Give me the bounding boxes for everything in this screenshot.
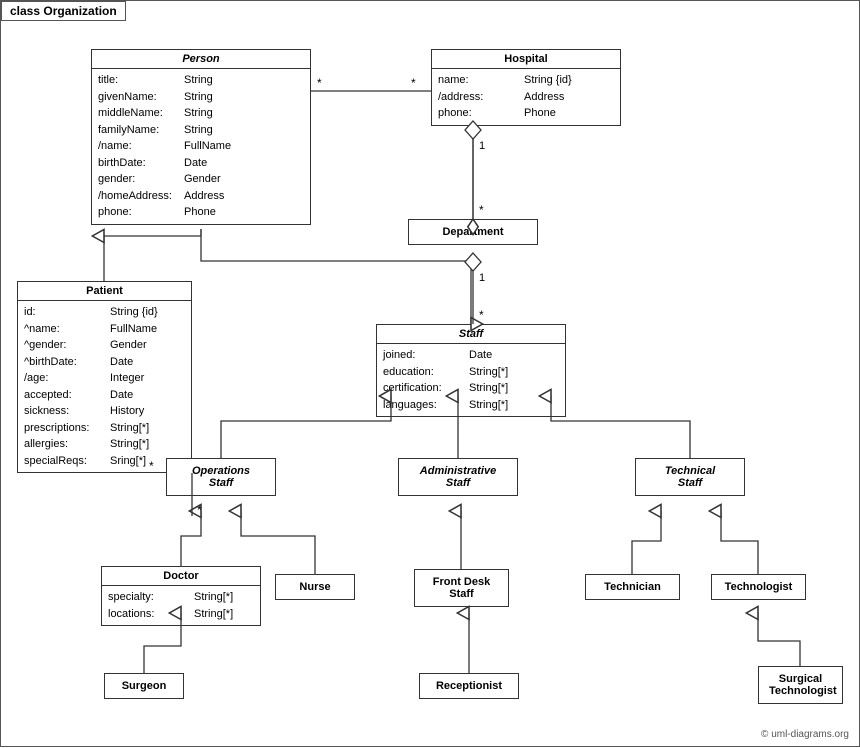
class-hospital: Hospital name:String {id} /address:Addre…	[431, 49, 621, 126]
class-hospital-header: Hospital	[432, 50, 620, 69]
diagram-title: class Organization	[1, 1, 126, 21]
class-front-desk-staff: Front DeskStaff	[414, 569, 509, 607]
svg-text:1: 1	[479, 140, 485, 152]
class-hospital-body: name:String {id} /address:Address phone:…	[432, 69, 620, 125]
class-person-body: title:String givenName:String middleName…	[92, 69, 310, 224]
class-receptionist: Receptionist	[419, 673, 519, 699]
class-patient: Patient id:String {id} ^name:FullName ^g…	[17, 281, 192, 473]
class-surgeon: Surgeon	[104, 673, 184, 699]
class-administrative-staff: AdministrativeStaff	[398, 458, 518, 496]
class-staff-body: joined:Date education:String[*] certific…	[377, 344, 565, 416]
class-technical-staff: TechnicalStaff	[635, 458, 745, 496]
svg-text:*: *	[197, 503, 202, 517]
class-staff-header: Staff	[377, 325, 565, 344]
svg-text:*: *	[479, 203, 484, 217]
class-doctor-body: specialty:String[*] locations:String[*]	[102, 586, 260, 625]
svg-text:1: 1	[479, 272, 485, 284]
class-staff: Staff joined:Date education:String[*] ce…	[376, 324, 566, 417]
class-patient-header: Patient	[18, 282, 191, 301]
class-person: Person title:String givenName:String mid…	[91, 49, 311, 225]
diagram-container: class Organization Person title:String g…	[0, 0, 860, 747]
class-person-header: Person	[92, 50, 310, 69]
class-doctor-header: Doctor	[102, 567, 260, 586]
class-nurse: Nurse	[275, 574, 355, 600]
class-doctor: Doctor specialty:String[*] locations:Str…	[101, 566, 261, 626]
svg-text:*: *	[411, 76, 416, 90]
svg-text:*: *	[479, 308, 484, 322]
class-operations-staff: OperationsStaff	[166, 458, 276, 496]
copyright: © uml-diagrams.org	[761, 729, 849, 740]
svg-text:*: *	[317, 76, 322, 90]
class-department: Department	[408, 219, 538, 245]
class-patient-body: id:String {id} ^name:FullName ^gender:Ge…	[18, 301, 191, 472]
class-technologist: Technologist	[711, 574, 806, 600]
class-technician: Technician	[585, 574, 680, 600]
class-surgical-technologist: SurgicalTechnologist	[758, 666, 843, 704]
